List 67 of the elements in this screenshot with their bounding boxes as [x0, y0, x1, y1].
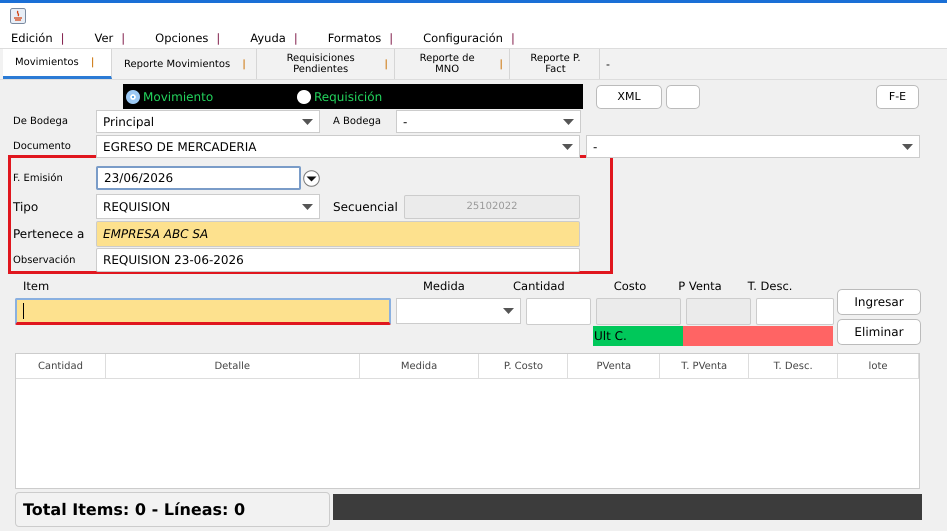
add-button[interactable]: Ingresar [837, 289, 921, 315]
bodega-dropdown[interactable]: - [396, 110, 581, 133]
column-label: P Venta [677, 279, 723, 293]
dropdown-arrow-icon [902, 144, 913, 150]
column-header[interactable]: T. PVenta [660, 354, 750, 378]
field-label: A Bodega [332, 116, 382, 127]
column-header[interactable]: PVenta [568, 354, 660, 378]
column-header[interactable]: Detalle [106, 354, 360, 378]
menu-item[interactable]: Configuración [423, 31, 503, 45]
menu-separator: | [121, 31, 126, 45]
item-field[interactable] [15, 298, 391, 325]
field-label: Tipo [12, 200, 40, 214]
menu-item[interactable]: Ayuda [250, 31, 286, 45]
type-dropdown[interactable]: REQUISION [96, 194, 320, 219]
cost-field[interactable] [596, 298, 681, 325]
delete-button[interactable]: Eliminar [837, 319, 921, 345]
menu-item[interactable]: Ver [94, 31, 114, 45]
menu-separator: | [294, 31, 298, 45]
radio-button[interactable]: Movimiento [123, 88, 294, 104]
field-label: Observación [12, 254, 76, 266]
document-dropdown[interactable]: - [586, 135, 920, 158]
bodega-dropdown[interactable]: Principal [96, 110, 320, 133]
price-field[interactable] [686, 298, 751, 325]
notes-field[interactable]: REQUISION 23-06-2026 [96, 248, 580, 272]
tab[interactable]: Movimientos | [3, 49, 112, 79]
fe-button[interactable]: F-E [876, 84, 919, 108]
app-icon [10, 8, 26, 24]
dropdown-arrow-icon [503, 308, 514, 314]
xml-button[interactable]: XML [596, 84, 662, 108]
blank-button[interactable] [666, 84, 700, 108]
field-label: Secuencial [332, 200, 399, 214]
menu-separator: | [510, 31, 515, 45]
calendar-dropdown-icon[interactable] [303, 170, 320, 186]
dropdown-arrow-icon [562, 144, 573, 150]
menu-item[interactable]: Opciones [155, 31, 208, 45]
column-header[interactable]: Cantidad [16, 354, 106, 378]
totals-label: Total Items: 0 - Líneas: 0 [15, 492, 330, 527]
field-label: De Bodega [12, 116, 69, 127]
menu-item[interactable]: Edición [11, 31, 53, 45]
field-label: Documento [12, 141, 72, 152]
menu-item[interactable]: Formatos [328, 31, 382, 45]
last-cost-indicator: Ult C. [593, 326, 683, 346]
column-label: Cantidad [513, 279, 566, 293]
dropdown-arrow-icon [302, 204, 313, 210]
radio-button[interactable]: Requisición [294, 88, 465, 104]
field-label: F. Emisión [12, 172, 64, 184]
menu-separator: | [60, 31, 64, 45]
column-label: Costo [612, 279, 648, 293]
column-header[interactable]: lote [838, 354, 919, 378]
column-label: Item [23, 279, 50, 293]
date-field[interactable]: 23/06/2026 [96, 166, 301, 190]
dropdown-arrow-icon [563, 118, 574, 124]
tab-overflow-label: - [605, 56, 611, 72]
column-label: Medida [423, 279, 466, 293]
column-label: T. Desc. [746, 279, 794, 293]
dropdown-arrow-icon [302, 118, 313, 124]
menu-separator: | [389, 31, 394, 45]
column-header[interactable]: Medida [360, 354, 480, 378]
document-dropdown[interactable]: EGRESO DE MERCADERIA [96, 135, 580, 158]
field-label: Pertenece a [12, 227, 86, 241]
quantity-field[interactable] [526, 298, 591, 325]
company-field[interactable]: EMPRESA ABC SA [96, 221, 580, 247]
measure-dropdown[interactable] [396, 298, 521, 324]
menu-separator: | [216, 31, 220, 45]
column-header[interactable]: P. Costo [479, 354, 568, 378]
discount-field[interactable] [756, 298, 834, 325]
column-header[interactable]: T. Desc. [749, 354, 838, 378]
